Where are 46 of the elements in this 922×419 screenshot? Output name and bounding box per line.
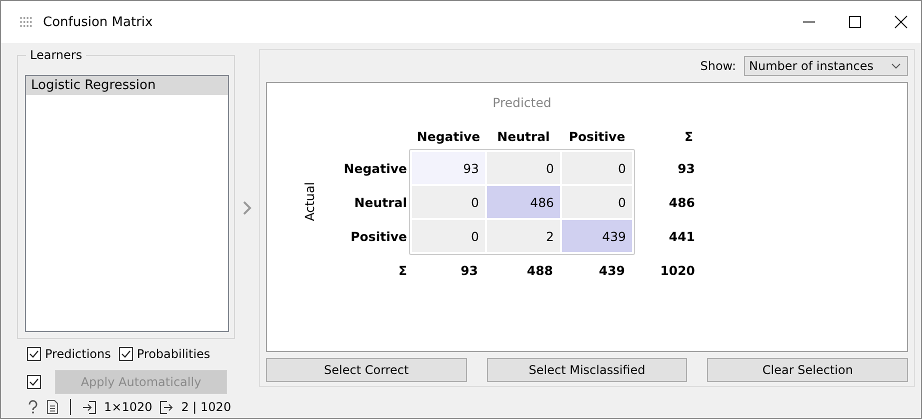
column-header: Negative	[416, 128, 482, 144]
action-button[interactable]: Clear Selection	[707, 358, 908, 382]
document-icon[interactable]	[47, 400, 58, 414]
show-label: Show:	[700, 59, 736, 73]
matrix-cell[interactable]: 0	[487, 152, 560, 184]
row-header: Neutral	[353, 194, 408, 210]
input-icon	[83, 400, 96, 414]
input-summary: 1×1020	[104, 400, 152, 414]
learner-item[interactable]: Logistic Regression	[26, 76, 228, 95]
row-total: 93	[676, 160, 696, 176]
checkbox[interactable]: Predictions	[27, 347, 111, 361]
matrix-cell[interactable]: 93	[412, 152, 485, 184]
maximize-button[interactable]	[847, 14, 863, 30]
row-total: 441	[668, 228, 696, 244]
matrix-cell[interactable]: 486	[487, 186, 560, 218]
chevron-down-icon	[891, 63, 901, 69]
grid-dots-icon	[19, 16, 33, 28]
row-total: 486	[668, 194, 696, 210]
matrix-cell[interactable]: 439	[562, 220, 632, 252]
show-dropdown[interactable]: Number of instances	[744, 56, 908, 76]
sum-header: Σ	[683, 128, 694, 144]
output-icon	[160, 400, 174, 414]
axis-label: Predicted	[492, 94, 552, 110]
column-total: 439	[598, 262, 626, 278]
close-button[interactable]	[893, 14, 909, 30]
column-header: Positive	[568, 128, 626, 144]
column-total: 93	[460, 262, 479, 278]
matrix-cell[interactable]: 2	[487, 220, 560, 252]
group-title: Learners	[26, 48, 86, 62]
sum-header: Σ	[397, 262, 408, 278]
row-header: Negative	[342, 160, 408, 176]
axis-label: Actual	[302, 182, 317, 222]
row-header: Positive	[350, 228, 408, 244]
matrix-cell[interactable]: 0	[562, 186, 632, 218]
action-button[interactable]: Select Misclassified	[486, 358, 688, 382]
help-icon[interactable]	[27, 400, 39, 414]
grand-total: 1020	[659, 262, 696, 278]
matrix-cell[interactable]: 0	[412, 186, 485, 218]
action-button[interactable]: Select Correct	[266, 358, 467, 382]
window-title: Confusion Matrix	[43, 14, 153, 30]
checkbox[interactable]: Probabilities	[118, 347, 210, 361]
output-summary: 2 | 1020	[181, 400, 232, 414]
column-header: Neutral	[496, 128, 551, 144]
matrix-cell[interactable]: 0	[562, 152, 632, 184]
column-total: 488	[526, 262, 554, 278]
matrix-cell[interactable]: 0	[412, 220, 485, 252]
